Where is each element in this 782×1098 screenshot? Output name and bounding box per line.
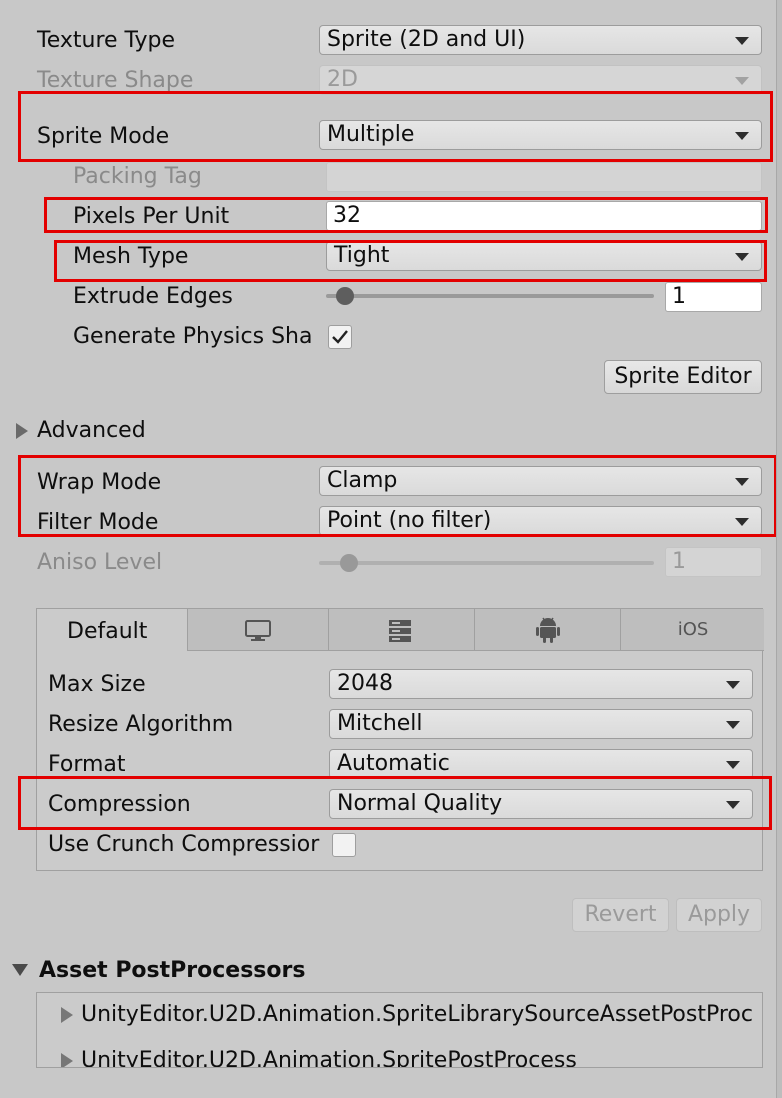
server-icon xyxy=(389,620,411,642)
monitor-icon xyxy=(245,620,271,641)
revert-button[interactable]: Revert xyxy=(572,898,669,932)
resize-algorithm-dropdown[interactable]: Mitchell xyxy=(329,709,753,739)
apply-button[interactable]: Apply xyxy=(676,898,762,932)
wrap-mode-label: Wrap Mode xyxy=(37,470,162,495)
tab-server[interactable] xyxy=(328,609,474,651)
chevron-down-icon xyxy=(735,37,749,45)
advanced-foldout[interactable]: Advanced xyxy=(37,416,146,446)
aniso-level-slider-track xyxy=(319,561,654,565)
android-icon xyxy=(536,617,560,643)
max-size-dropdown[interactable]: 2048 xyxy=(329,669,753,699)
extrude-edges-slider-thumb[interactable] xyxy=(336,287,354,305)
texture-shape-value: 2D xyxy=(327,67,358,92)
packing-tag-label: Packing Tag xyxy=(73,164,202,189)
foldout-right-icon[interactable] xyxy=(16,423,28,439)
chevron-down-icon xyxy=(726,801,740,809)
sprite-mode-dropdown[interactable]: Multiple xyxy=(319,120,762,150)
chevron-down-icon xyxy=(735,253,749,261)
max-size-label: Max Size xyxy=(48,672,146,697)
platform-settings-panel: Default iOS Max Size 2048 Resize Algorit… xyxy=(36,608,764,871)
mesh-type-label: Mesh Type xyxy=(73,244,189,269)
sprite-editor-button[interactable]: Sprite Editor xyxy=(604,360,762,394)
pixels-per-unit-label: Pixels Per Unit xyxy=(73,204,230,229)
packing-tag-field xyxy=(326,162,762,192)
pixels-per-unit-field[interactable]: 32 xyxy=(326,201,762,231)
scrollbar[interactable] xyxy=(776,0,782,1098)
extrude-edges-field[interactable]: 1 xyxy=(665,282,762,312)
chevron-down-icon xyxy=(726,681,740,689)
postprocessor-item[interactable]: UnityEditor.U2D.Animation.SpriteLibraryS… xyxy=(81,1000,753,1030)
resize-algorithm-label: Resize Algorithm xyxy=(48,712,234,737)
texture-type-value: Sprite (2D and UI) xyxy=(327,27,526,52)
mesh-type-value: Tight xyxy=(334,243,390,268)
generate-physics-checkbox[interactable] xyxy=(328,325,352,349)
texture-type-dropdown[interactable]: Sprite (2D and UI) xyxy=(319,25,762,55)
compression-label: Compression xyxy=(48,792,191,817)
max-size-value: 2048 xyxy=(337,671,393,696)
wrap-mode-dropdown[interactable]: Clamp xyxy=(319,466,762,496)
extrude-edges-label: Extrude Edges xyxy=(73,284,233,309)
extrude-edges-slider-track[interactable] xyxy=(326,294,654,298)
use-crunch-checkbox[interactable] xyxy=(332,833,356,857)
chevron-down-icon xyxy=(735,132,749,140)
texture-shape-dropdown: 2D xyxy=(319,65,762,95)
chevron-down-icon xyxy=(735,478,749,486)
foldout-right-icon[interactable] xyxy=(61,1007,73,1023)
aniso-level-slider-thumb xyxy=(340,554,358,572)
postprocessors-list: UnityEditor.U2D.Animation.SpriteLibraryS… xyxy=(36,992,763,1068)
format-label: Format xyxy=(48,752,126,777)
use-crunch-label: Use Crunch Compressior xyxy=(48,832,320,857)
postprocessors-title[interactable]: Asset PostProcessors xyxy=(39,956,305,986)
tab-ios-label: iOS xyxy=(677,619,709,640)
aniso-level-label: Aniso Level xyxy=(37,550,163,575)
postprocessor-item[interactable]: UnityEditor.U2D.Animation.SpritePostProc… xyxy=(81,1046,577,1067)
compression-dropdown[interactable]: Normal Quality xyxy=(329,789,753,819)
mesh-type-dropdown[interactable]: Tight xyxy=(326,241,762,271)
tab-android[interactable] xyxy=(474,609,620,651)
texture-shape-label: Texture Shape xyxy=(37,68,194,93)
tab-ios[interactable]: iOS xyxy=(620,609,764,651)
sprite-mode-value: Multiple xyxy=(327,122,415,147)
wrap-mode-value: Clamp xyxy=(327,468,398,493)
aniso-level-field: 1 xyxy=(665,547,762,577)
filter-mode-label: Filter Mode xyxy=(37,510,159,535)
tab-standalone[interactable] xyxy=(187,609,328,651)
tab-default[interactable]: Default xyxy=(37,609,187,651)
compression-value: Normal Quality xyxy=(337,791,503,816)
foldout-down-icon[interactable] xyxy=(12,964,28,976)
format-dropdown[interactable]: Automatic xyxy=(329,749,753,779)
tab-default-label: Default xyxy=(67,619,148,644)
filter-mode-dropdown[interactable]: Point (no filter) xyxy=(319,506,762,536)
resize-algorithm-value: Mitchell xyxy=(337,711,423,736)
chevron-down-icon xyxy=(735,518,749,526)
chevron-down-icon xyxy=(726,761,740,769)
format-value: Automatic xyxy=(337,751,450,776)
filter-mode-value: Point (no filter) xyxy=(327,508,492,533)
texture-type-label: Texture Type xyxy=(37,28,176,53)
foldout-right-icon[interactable] xyxy=(61,1053,73,1067)
chevron-down-icon xyxy=(735,77,749,85)
checkmark-icon xyxy=(332,330,348,344)
chevron-down-icon xyxy=(726,721,740,729)
sprite-mode-label: Sprite Mode xyxy=(37,124,170,149)
generate-physics-label: Generate Physics Sha xyxy=(73,324,313,349)
